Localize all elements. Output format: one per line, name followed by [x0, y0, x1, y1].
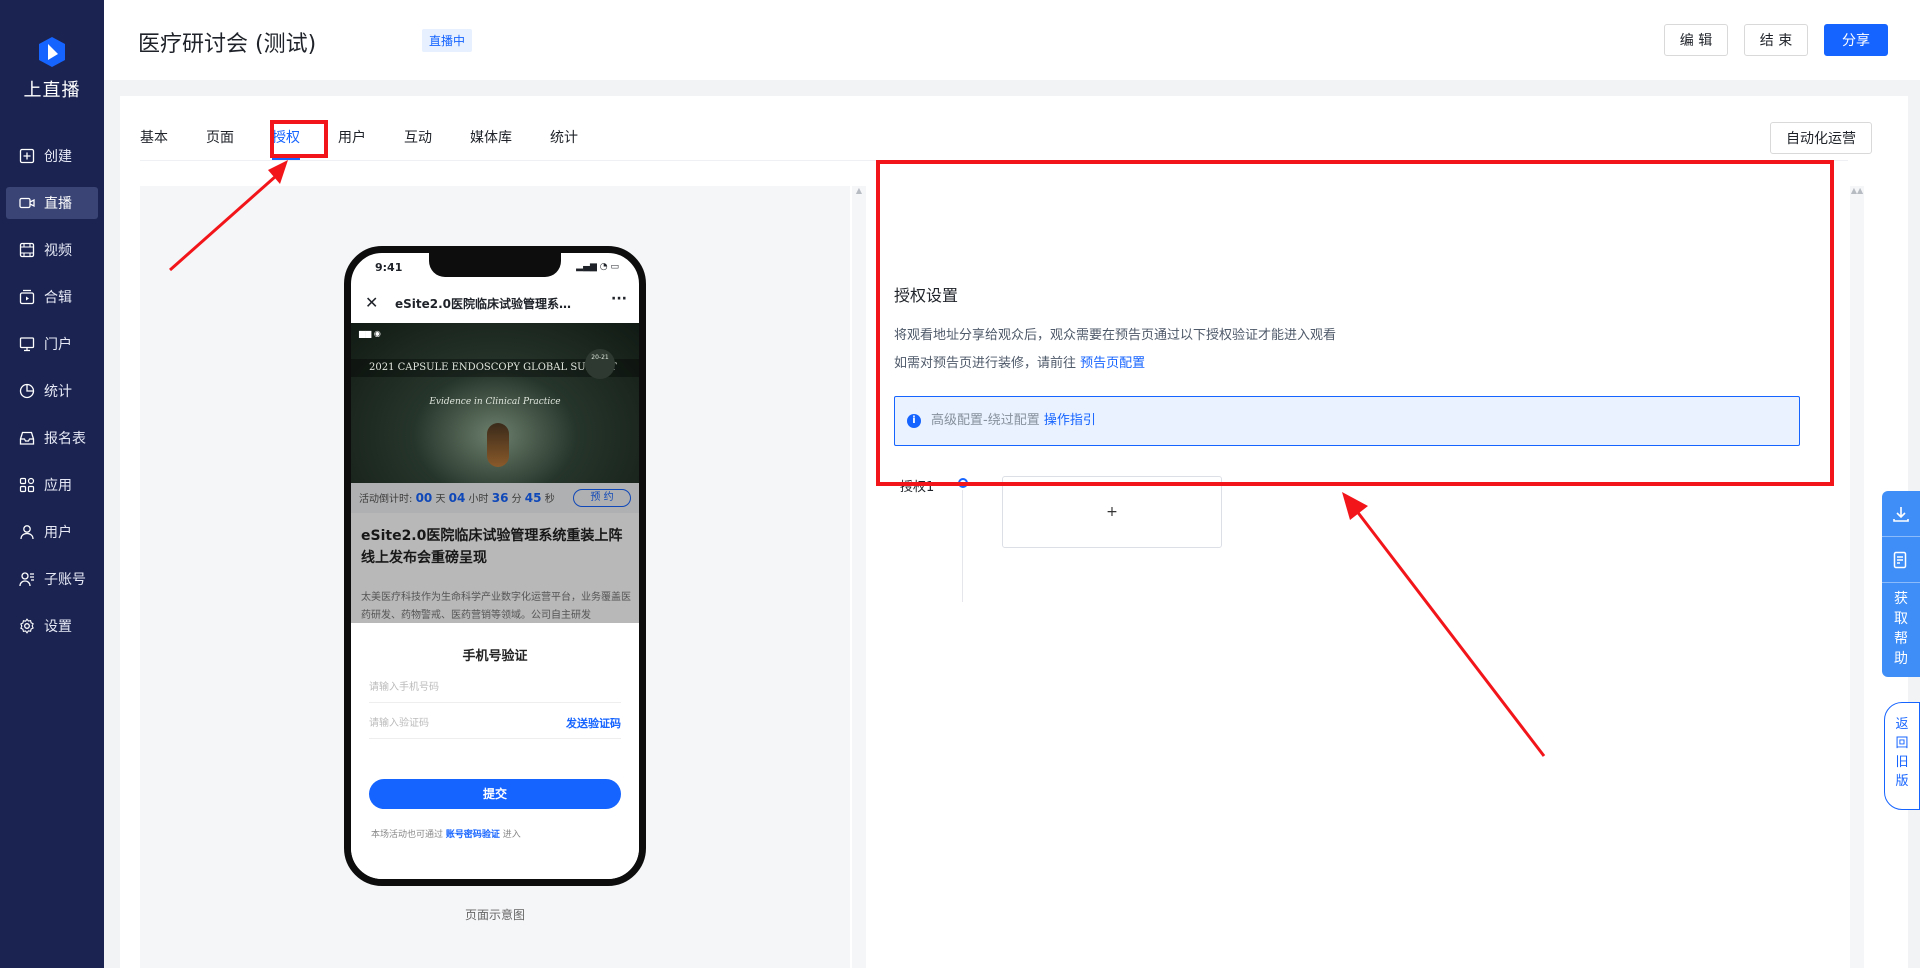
inbox-icon	[18, 429, 36, 447]
sidebar-item-collection[interactable]: 合辑	[6, 281, 98, 313]
annotation-box-settings	[876, 160, 1834, 486]
submit-button[interactable]: 提交	[369, 779, 621, 809]
sidebar-item-signup-form[interactable]: 报名表	[6, 422, 98, 454]
sidebar-item-sub-accounts[interactable]: 子账号	[6, 563, 98, 595]
logo-text: 上直播	[23, 80, 81, 101]
sub-account-icon	[18, 570, 36, 588]
tab-interaction[interactable]: 互动	[404, 126, 432, 160]
pie-chart-icon	[18, 382, 36, 400]
settings-scrollbar[interactable]: ▲▲	[1850, 186, 1864, 968]
preview-scrollbar[interactable]: ▲	[852, 186, 866, 968]
status-badge: 直播中	[422, 29, 473, 52]
sponsor-logo-icon: ▆▆ ◉	[359, 329, 381, 338]
video-camera-icon	[18, 194, 36, 212]
sidebar-item-label: 创建	[44, 149, 72, 165]
phone-verify-sheet: 手机号验证 请输入手机号码 请输入验证码 发送验证码 提交 本场活动也可通过 账…	[351, 623, 639, 885]
phone-notch	[429, 253, 561, 277]
gear-icon	[18, 617, 36, 635]
apps-icon	[18, 476, 36, 494]
event-banner: ▆▆ ◉ 2021 CAPSULE ENDOSCOPY GLOBAL SUMMI…	[351, 323, 639, 483]
sidebar-item-live[interactable]: 直播	[6, 187, 98, 219]
auto-ops-button[interactable]: 自动化运营	[1770, 122, 1872, 154]
page-preview-panel: 9:41 ▂▄▆ ◔ ▭ ✕ eSite2.0医院临床试验管理系统重装上阵线上发…	[140, 186, 850, 968]
back-to-old-label: 返回旧版	[1895, 717, 1909, 789]
verify-code-placeholder: 请输入验证码	[369, 718, 429, 729]
logo-icon	[39, 37, 65, 67]
alt-login-suffix: 进入	[502, 830, 521, 840]
notes-icon[interactable]	[1882, 537, 1920, 583]
tab-statistics[interactable]: 统计	[550, 126, 578, 160]
alt-login-note: 本场活动也可通过 账号密码验证 进入	[371, 827, 521, 840]
film-icon	[18, 241, 36, 259]
end-button[interactable]: 结 束	[1744, 24, 1808, 56]
add-auth-button[interactable]: +	[1002, 476, 1222, 548]
tab-bar: 基本 页面 授权 用户 互动 媒体库 统计	[140, 126, 616, 162]
sidebar-item-label: 统计	[44, 384, 72, 400]
account-password-link[interactable]: 账号密码验证	[446, 830, 500, 840]
phone-number-input[interactable]: 请输入手机号码	[369, 673, 621, 703]
sidebar-item-stats[interactable]: 统计	[6, 375, 98, 407]
tab-page[interactable]: 页面	[206, 126, 234, 160]
timeline-line	[962, 490, 963, 602]
sidebar-item-portal[interactable]: 门户	[6, 328, 98, 360]
phone-mockup: 9:41 ▂▄▆ ◔ ▭ ✕ eSite2.0医院临床试验管理系统重装上阵线上发…	[344, 246, 646, 886]
logo[interactable]: 上直播	[0, 36, 104, 102]
verify-code-input[interactable]: 请输入验证码 发送验证码	[369, 709, 621, 739]
collection-icon	[18, 288, 36, 306]
preview-caption: 页面示意图	[464, 908, 525, 922]
signal-wifi-battery-icon: ▂▄▆ ◔ ▭	[576, 262, 619, 272]
monitor-icon	[18, 335, 36, 353]
capsule-image	[487, 423, 509, 467]
page-title: 医疗研讨会 (测试)	[138, 32, 317, 57]
modal-overlay	[351, 483, 639, 623]
download-icon[interactable]	[1882, 491, 1920, 537]
sidebar-item-settings[interactable]: 设置	[6, 610, 98, 642]
sidebar-item-label: 应用	[44, 478, 72, 494]
alt-login-prefix: 本场活动也可通过	[371, 830, 444, 840]
phone-nav-bar: ✕ eSite2.0医院临床试验管理系统重装上阵线上发布会重磅呈现 ···	[351, 283, 639, 323]
phone-page-title: eSite2.0医院临床试验管理系统重装上阵线上发布会重磅呈现	[395, 297, 579, 311]
banner-subtitle: Evidence in Clinical Practice	[429, 397, 561, 407]
status-time: 9:41	[375, 261, 403, 274]
sidebar-item-create[interactable]: 创建	[6, 140, 98, 172]
share-button[interactable]: 分享	[1824, 24, 1888, 56]
banner-date: 20-21	[585, 349, 615, 379]
sidebar-item-users[interactable]: 用户	[6, 516, 98, 548]
tab-users[interactable]: 用户	[338, 126, 366, 160]
send-code-link[interactable]: 发送验证码	[566, 709, 621, 739]
page-header: 医疗研讨会 (测试) 直播中 编 辑 结 束 分享	[104, 0, 1920, 80]
back-to-old-version-button[interactable]: 返回旧版	[1884, 702, 1920, 810]
close-icon: ✕	[365, 293, 379, 312]
edit-button[interactable]: 编 辑	[1664, 24, 1728, 56]
sidebar-item-label: 子账号	[44, 572, 86, 588]
sidebar-item-label: 门户	[44, 337, 72, 353]
sidebar-item-label: 视频	[44, 243, 72, 259]
get-help-button[interactable]: 获取帮助	[1893, 583, 1909, 669]
sidebar-item-label: 用户	[44, 525, 72, 541]
tab-media-library[interactable]: 媒体库	[470, 126, 512, 160]
sidebar-item-label: 报名表	[44, 431, 86, 447]
sidebar-item-label: 设置	[44, 619, 72, 635]
more-icon: ···	[611, 291, 627, 307]
home-indicator	[445, 881, 545, 885]
sidebar-item-label: 合辑	[44, 290, 72, 306]
sheet-title: 手机号验证	[462, 649, 528, 664]
user-icon	[18, 523, 36, 541]
sidebar: 上直播 创建 直播 视频 合辑 门户 统计 报名表 应用 用户 子账号 设置	[0, 0, 104, 968]
plus-square-icon	[18, 147, 36, 165]
sidebar-item-video[interactable]: 视频	[6, 234, 98, 266]
sidebar-item-label: 直播	[44, 196, 72, 212]
sidebar-nav: 创建 直播 视频 合辑 门户 统计 报名表 应用 用户 子账号 设置	[6, 140, 98, 657]
sidebar-item-apps[interactable]: 应用	[6, 469, 98, 501]
tab-basic[interactable]: 基本	[140, 126, 168, 160]
annotation-box-tab	[270, 120, 328, 158]
floating-help-panel: 获取帮助	[1882, 491, 1920, 677]
